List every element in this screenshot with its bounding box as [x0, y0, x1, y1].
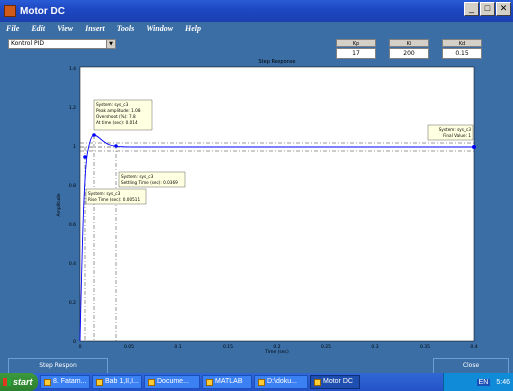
controller-select[interactable]: Kontrol PID ▼ — [8, 39, 116, 49]
step-response-button[interactable]: Step Respon — [8, 358, 108, 374]
ytick-label: 1.4 — [69, 66, 76, 72]
peak-marker[interactable] — [92, 133, 96, 137]
figure-icon — [314, 378, 321, 386]
settling-annotation: System: sys_c3 Settling Time (sec): 0.03… — [118, 171, 186, 188]
app-icon — [44, 378, 51, 386]
xtick-label: 0.3 — [371, 344, 378, 350]
peak-annotation-line: Overshoot (%): 7.8 — [96, 114, 136, 119]
document-icon — [96, 378, 103, 386]
close-window-button[interactable]: ✕ — [496, 2, 511, 16]
settling-annotation-line: System: sys_c3 — [121, 174, 154, 179]
matlab-figure-icon — [4, 5, 16, 17]
close-button[interactable]: Close — [433, 358, 509, 374]
system-tray: EN 5:46 — [443, 373, 513, 391]
y-axis-label: Amplitude — [56, 193, 62, 216]
taskbar-item[interactable]: D:\doku... — [254, 375, 308, 389]
ytick-label: 0 — [73, 339, 76, 345]
controller-select-value: Kontrol PID — [11, 40, 45, 47]
taskbar-item-active[interactable]: Motor DC — [310, 375, 360, 389]
peak-annotation-line: Peak amplitude: 1.08 — [96, 108, 141, 113]
ytick-label: 1.2 — [69, 105, 76, 111]
xtick-label: 0.4 — [470, 344, 477, 350]
menu-window[interactable]: Window — [146, 24, 173, 33]
minimize-button[interactable]: _ — [464, 2, 479, 16]
chevron-down-icon[interactable]: ▼ — [106, 40, 115, 48]
final-value-annotation: System: sys_c3 Final Value: 1 — [427, 124, 474, 141]
menu-bar: File Edit View Insert Tools Window Help — [0, 22, 513, 35]
final-value-marker[interactable] — [472, 145, 476, 149]
final-annotation-line: System: sys_c3 — [439, 127, 472, 132]
main-panel: Kontrol PID ▼ Kp 17 Ki 200 Kd 0.15 Step … — [0, 35, 513, 374]
xtick-label: 0.25 — [321, 344, 331, 350]
ki-label: Ki — [389, 39, 429, 47]
taskbar-item[interactable]: MATLAB — [202, 375, 252, 389]
menu-insert[interactable]: Insert — [85, 24, 105, 33]
menu-tools[interactable]: Tools — [117, 24, 135, 33]
start-button[interactable]: start — [0, 373, 38, 391]
menu-file[interactable]: File — [6, 24, 19, 33]
ytick-label: 0.8 — [69, 183, 76, 189]
x-axis-label: Time (sec) — [264, 349, 289, 355]
rise-annotation-line: System: sys_c3 — [88, 191, 121, 196]
peak-annotation-line: At time (sec): 0.014 — [96, 120, 138, 125]
ytick-label: 0.4 — [69, 261, 76, 267]
final-annotation-line: Final Value: 1 — [443, 133, 471, 138]
xtick-label: 0.05 — [124, 344, 134, 350]
rise-marker[interactable] — [83, 155, 87, 159]
maximize-button[interactable]: □ — [480, 2, 495, 16]
title-bar: Motor DC _ □ ✕ — [0, 0, 513, 22]
taskbar-item[interactable]: 8. Fatam... — [40, 375, 90, 389]
xtick-label: 0 — [79, 344, 82, 350]
menu-view[interactable]: View — [57, 24, 73, 33]
plot-title: Step Response — [259, 59, 296, 65]
rise-annotation: System: sys_c3 Rise Time (sec): 0.00511 — [85, 188, 147, 205]
xtick-label: 0.15 — [223, 344, 233, 350]
peak-annotation-line: System: sys_c3 — [96, 102, 129, 107]
taskbar-item[interactable]: Bab 1,II,I... — [92, 375, 142, 389]
rise-annotation-line: Rise Time (sec): 0.00511 — [88, 197, 140, 202]
xtick-label: 0.1 — [174, 344, 181, 350]
kp-label: Kp — [336, 39, 376, 47]
start-label: start — [13, 377, 33, 387]
menu-help[interactable]: Help — [185, 24, 201, 33]
document-icon — [148, 378, 155, 386]
ytick-label: 1 — [73, 144, 76, 150]
step-response-plot[interactable]: Step Response 1.4 1.2 1 0.8 0.6 0.4 0.2 … — [0, 55, 513, 355]
kd-label: Kd — [442, 39, 482, 47]
menu-edit[interactable]: Edit — [31, 24, 45, 33]
window-controls: _ □ ✕ — [464, 2, 511, 16]
language-indicator[interactable]: EN — [476, 378, 491, 386]
matlab-icon — [206, 378, 213, 386]
window-title: Motor DC — [20, 5, 65, 17]
clock: 5:46 — [496, 378, 510, 386]
ytick-label: 0.2 — [69, 300, 76, 306]
xtick-label: 0.35 — [420, 344, 430, 350]
ytick-label: 0.6 — [69, 222, 76, 228]
folder-icon — [258, 378, 265, 386]
settling-marker[interactable] — [114, 144, 118, 148]
taskbar-item[interactable]: Docume... — [144, 375, 200, 389]
taskbar: start 8. Fatam... Bab 1,II,I... Docume..… — [0, 373, 513, 391]
windows-flag-icon — [3, 378, 11, 386]
peak-annotation: System: sys_c3 Peak amplitude: 1.08 Over… — [93, 99, 153, 131]
settling-annotation-line: Settling Time (sec): 0.0369 — [121, 180, 178, 185]
